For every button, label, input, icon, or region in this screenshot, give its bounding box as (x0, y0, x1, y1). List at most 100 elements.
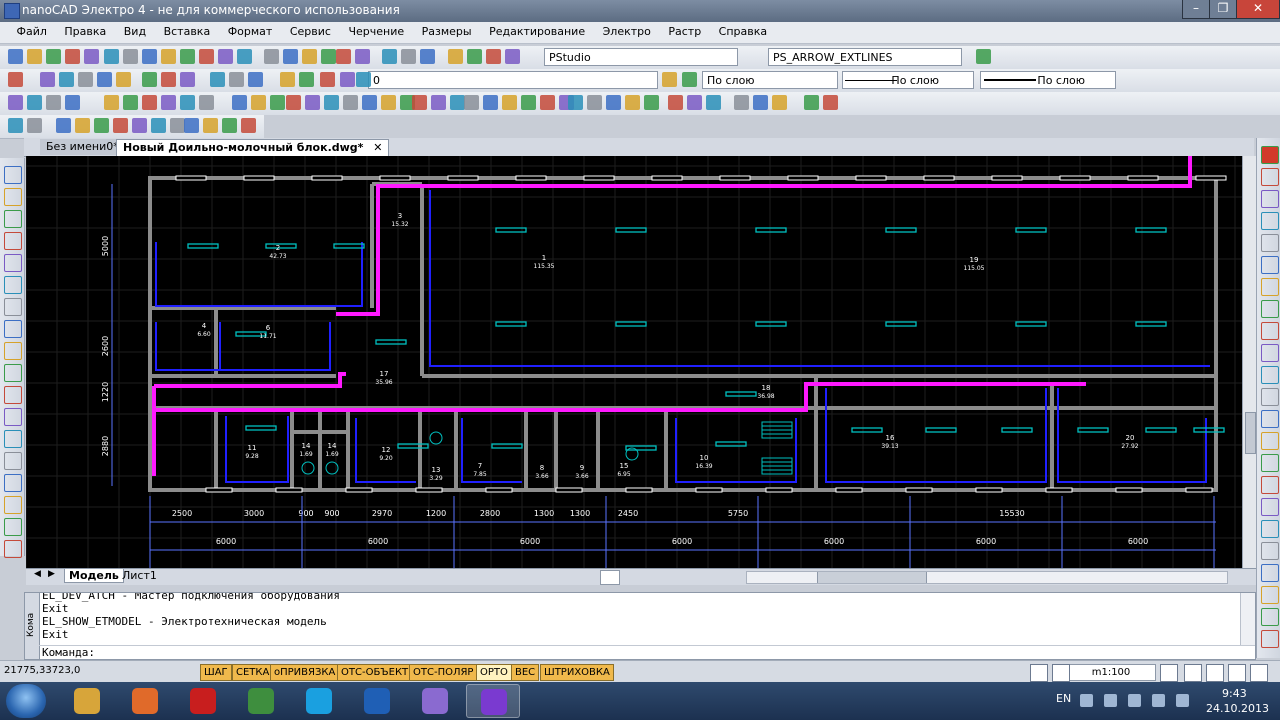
toolbar-tool-icon[interactable] (521, 95, 536, 110)
toolbar-tool-icon[interactable] (75, 118, 90, 133)
toolbar-tool-icon[interactable] (606, 95, 621, 110)
tab-active-drawing[interactable]: Новый Доильно-молочный блок.dwg* ✕ (116, 139, 390, 156)
app-icon[interactable] (4, 3, 20, 19)
tray-icon[interactable] (1152, 694, 1165, 707)
modify-tool-icon[interactable] (1261, 586, 1279, 604)
draw-tool-icon[interactable] (4, 430, 22, 448)
tab-untitled[interactable]: Без имени0* (40, 139, 125, 155)
toolbar-tool-icon[interactable] (668, 95, 683, 110)
draw-tool-icon[interactable] (4, 166, 22, 184)
taskbar-media-player-icon[interactable] (118, 684, 172, 718)
taskbar-skype-icon[interactable] (292, 684, 346, 718)
toolbar-tool-icon[interactable] (448, 49, 463, 64)
layer-combo[interactable]: 0 (368, 71, 658, 89)
tray-icon[interactable] (1176, 694, 1189, 707)
status-toggle-5[interactable]: ОТС-ПОЛЯР (409, 664, 478, 681)
language-indicator[interactable]: EN (1056, 692, 1071, 705)
status-tool-icon[interactable] (1250, 664, 1268, 682)
modify-tool-icon[interactable] (1261, 344, 1279, 362)
command-scrollbar[interactable] (1240, 593, 1255, 645)
toolbar-tool-icon[interactable] (464, 95, 479, 110)
toolbar-tool-icon[interactable] (687, 95, 702, 110)
tray-icon[interactable] (1080, 694, 1093, 707)
status-tool-icon[interactable] (1206, 664, 1224, 682)
toolbar-tool-icon[interactable] (324, 95, 339, 110)
taskbar-chrome-icon[interactable] (234, 684, 288, 718)
toolbar-tool-icon[interactable] (151, 118, 166, 133)
toolbar-tool-icon[interactable] (56, 118, 71, 133)
toolbar-tool-icon[interactable] (286, 95, 301, 110)
draw-tool-icon[interactable] (4, 298, 22, 316)
draw-tool-icon[interactable] (4, 496, 22, 514)
modify-tool-icon[interactable] (1261, 410, 1279, 428)
modify-tool-icon[interactable] (1261, 234, 1279, 252)
toolbar-tool-icon[interactable] (142, 49, 157, 64)
toolbar-tool-icon[interactable] (270, 95, 285, 110)
menu-electro[interactable]: Электро (596, 22, 658, 42)
toolbar-tool-icon[interactable] (467, 49, 482, 64)
toolbar-tool-icon[interactable] (180, 49, 195, 64)
toolbar-tool-icon[interactable] (184, 118, 199, 133)
menu-edit[interactable]: Правка (57, 22, 113, 42)
annotation-scale[interactable]: m1:100 (1066, 664, 1156, 681)
draw-tool-icon[interactable] (4, 320, 22, 338)
restore-button[interactable]: ❐ (1209, 0, 1237, 19)
toolbar-tool-icon[interactable] (229, 72, 244, 87)
modify-tool-icon[interactable] (1261, 322, 1279, 340)
tab-model[interactable]: Модель (64, 569, 124, 583)
toolbar-tool-icon[interactable] (27, 49, 42, 64)
status-tool-icon[interactable] (1030, 664, 1048, 682)
dim-style-combo[interactable]: PS_ARROW_EXTLINES (768, 48, 962, 66)
toolbar-tool-icon[interactable] (161, 49, 176, 64)
toolbar-tool-icon[interactable] (161, 95, 176, 110)
draw-tool-icon[interactable] (4, 540, 22, 558)
horizontal-scroll-thumb[interactable] (817, 572, 927, 583)
status-tool-icon[interactable] (1228, 664, 1246, 682)
status-toggle-2[interactable]: СЕТКА (232, 664, 274, 681)
toolbar-tool-icon[interactable] (450, 95, 465, 110)
draw-tool-icon[interactable] (4, 342, 22, 360)
menu-service[interactable]: Сервис (283, 22, 338, 42)
toolbar-tool-icon[interactable] (241, 118, 256, 133)
draw-tool-icon[interactable] (4, 188, 22, 206)
modify-tool-icon[interactable] (1261, 212, 1279, 230)
menu-dimensions[interactable]: Размеры (415, 22, 479, 42)
modify-tool-icon[interactable] (1261, 630, 1279, 648)
toolbar-tool-icon[interactable] (382, 49, 397, 64)
toolbar-tool-icon[interactable] (97, 72, 112, 87)
toolbar-tool-icon[interactable] (27, 95, 42, 110)
toolbar-tool-icon[interactable] (27, 118, 42, 133)
clock-date[interactable]: 24.10.2013 (1206, 702, 1269, 715)
toolbar-tool-icon[interactable] (65, 49, 80, 64)
draw-tool-icon[interactable] (4, 474, 22, 492)
draw-tool-icon[interactable] (4, 386, 22, 404)
toolbar-tool-icon[interactable] (222, 118, 237, 133)
toolbar-tool-icon[interactable] (161, 72, 176, 87)
text-style-combo[interactable]: PStudio (544, 48, 738, 66)
toolbar-tool-icon[interactable] (123, 49, 138, 64)
toolbar-tool-icon[interactable] (412, 95, 427, 110)
minimize-button[interactable]: – (1182, 0, 1210, 19)
toolbar-tool-icon[interactable] (59, 72, 74, 87)
menu-file[interactable]: Файл (10, 22, 54, 42)
toolbar-tool-icon[interactable] (142, 95, 157, 110)
toolbar-tool-icon[interactable] (340, 72, 355, 87)
toolbar-tool-icon[interactable] (431, 95, 446, 110)
menu-format[interactable]: Формат (221, 22, 280, 42)
toolbar-tool-icon[interactable] (218, 49, 233, 64)
toolbar-tool-icon[interactable] (706, 95, 721, 110)
menu-raster[interactable]: Растр (661, 22, 708, 42)
taskbar-opera-icon[interactable] (176, 684, 230, 718)
toolbar-tool-icon[interactable] (8, 118, 23, 133)
toolbar-tool-icon[interactable] (210, 72, 225, 87)
modify-tool-icon[interactable] (1261, 608, 1279, 626)
taskbar-explorer-icon[interactable] (60, 684, 114, 718)
toolbar-tool-icon[interactable] (804, 95, 819, 110)
toolbar-tool-icon[interactable] (132, 118, 147, 133)
toolbar-tool-icon[interactable] (587, 95, 602, 110)
modify-tool-icon[interactable] (1261, 498, 1279, 516)
clock-time[interactable]: 9:43 (1222, 687, 1247, 700)
menu-view[interactable]: Вид (117, 22, 153, 42)
draw-tool-icon[interactable] (4, 276, 22, 294)
modify-tool-icon[interactable] (1261, 454, 1279, 472)
